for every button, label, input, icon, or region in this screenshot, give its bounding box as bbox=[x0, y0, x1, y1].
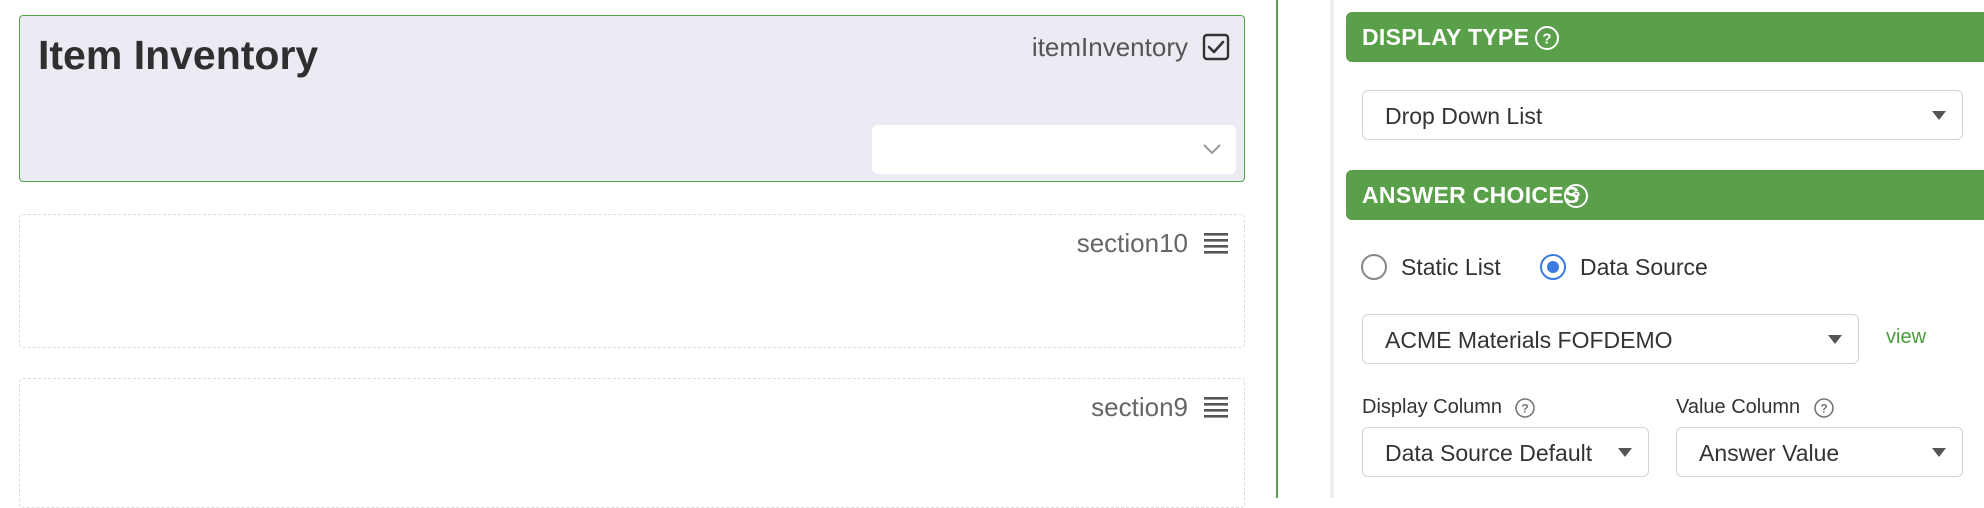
caret-down-icon bbox=[1618, 448, 1632, 457]
field-dropdown[interactable] bbox=[872, 125, 1236, 174]
caret-down-icon bbox=[1932, 448, 1946, 457]
field-title: Item Inventory bbox=[38, 32, 319, 78]
help-icon[interactable]: ? bbox=[1813, 397, 1835, 419]
section-name: section10 bbox=[1076, 228, 1188, 258]
panel-scroll-gutter bbox=[1330, 0, 1334, 498]
display-column-label: Display Column bbox=[1362, 396, 1503, 418]
data-source-value: ACME Materials FOFDEMO bbox=[1385, 327, 1673, 353]
drag-handle-icon[interactable] bbox=[1202, 229, 1230, 257]
caret-down-icon bbox=[1828, 335, 1842, 344]
display-type-title: DISPLAY TYPE bbox=[1362, 24, 1530, 50]
value-column-label: Value Column bbox=[1676, 396, 1801, 418]
svg-text:?: ? bbox=[1571, 189, 1580, 206]
svg-text:?: ? bbox=[1521, 402, 1528, 416]
section-card-section9[interactable]: section9 bbox=[19, 378, 1245, 508]
answer-choices-title: ANSWER CHOICES bbox=[1362, 182, 1580, 208]
svg-text:?: ? bbox=[1820, 402, 1827, 416]
display-type-value: Drop Down List bbox=[1385, 103, 1543, 129]
field-id: itemInventory bbox=[1031, 32, 1188, 62]
display-type-header: DISPLAY TYPE ? bbox=[1346, 12, 1984, 62]
caret-down-icon bbox=[1932, 111, 1946, 120]
section-card-section10[interactable]: section10 bbox=[19, 214, 1245, 348]
item-inventory-field[interactable]: Item Inventory itemInventory bbox=[19, 15, 1245, 182]
data-source-select[interactable]: ACME Materials FOFDEMO bbox=[1362, 314, 1859, 364]
drag-handle-icon[interactable] bbox=[1202, 393, 1230, 421]
value-column-select[interactable]: Answer Value bbox=[1676, 427, 1963, 477]
help-icon[interactable]: ? bbox=[1534, 25, 1560, 51]
display-column-value: Data Source Default bbox=[1385, 440, 1593, 466]
radio-data-source[interactable] bbox=[1540, 254, 1566, 280]
svg-text:?: ? bbox=[1542, 31, 1551, 48]
help-icon[interactable]: ? bbox=[1514, 397, 1536, 419]
chevron-down-icon bbox=[1203, 144, 1221, 155]
checkbox-checked-icon[interactable] bbox=[1202, 33, 1230, 61]
radio-label-static-list[interactable]: Static List bbox=[1401, 254, 1501, 281]
canvas-divider bbox=[1276, 0, 1278, 498]
display-type-select[interactable]: Drop Down List bbox=[1362, 90, 1963, 140]
display-column-select[interactable]: Data Source Default bbox=[1362, 427, 1649, 477]
value-column-value: Answer Value bbox=[1699, 440, 1840, 466]
radio-static-list[interactable] bbox=[1361, 254, 1387, 280]
view-data-source-link[interactable]: view bbox=[1886, 326, 1926, 349]
help-icon[interactable]: ? bbox=[1563, 183, 1589, 209]
radio-label-data-source[interactable]: Data Source bbox=[1580, 254, 1708, 281]
answer-choices-header: ANSWER CHOICES ? bbox=[1346, 170, 1984, 220]
section-name: section9 bbox=[1091, 392, 1188, 422]
